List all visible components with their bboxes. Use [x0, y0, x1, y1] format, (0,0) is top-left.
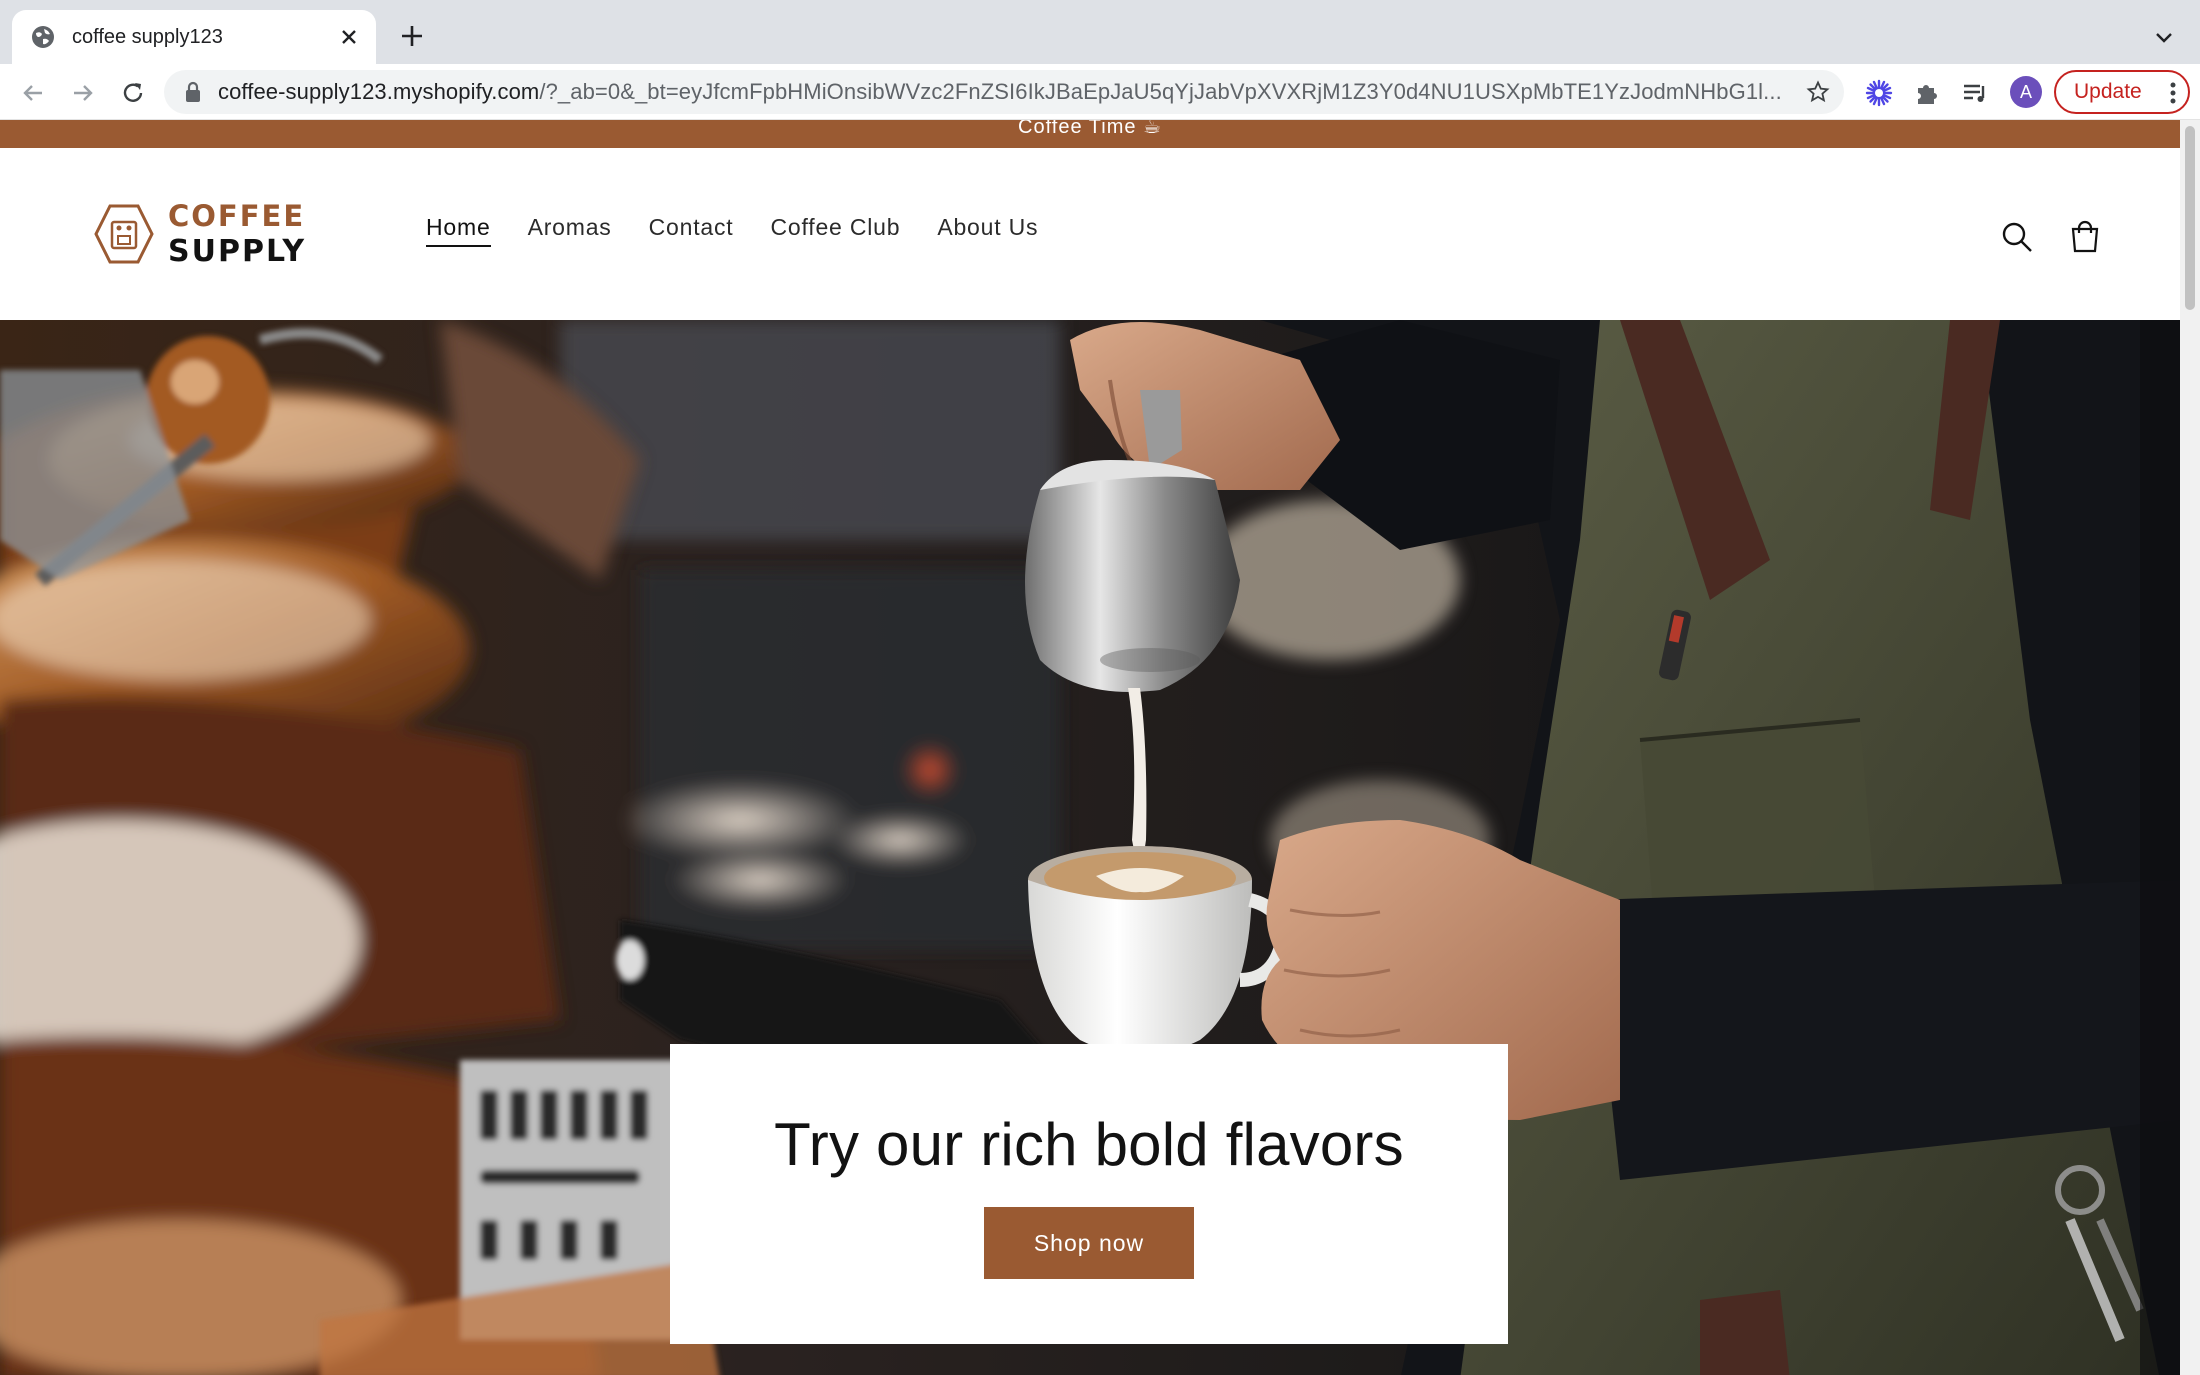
hero-content-box: Try our rich bold flavors Shop now [670, 1044, 1508, 1344]
hero-heading: Try our rich bold flavors [774, 1111, 1404, 1178]
back-icon[interactable] [18, 78, 48, 108]
logo-wordmark: COFFEE SUPPLY [168, 198, 307, 269]
reload-icon[interactable] [118, 78, 148, 108]
plus-icon[interactable] [398, 22, 426, 50]
scrollbar-thumb[interactable] [2185, 126, 2195, 310]
globe-icon [32, 26, 54, 48]
profile-avatar[interactable]: A [2010, 76, 2042, 108]
browser-toolbar: coffee-supply123.myshopify.com/?_ab=0&_b… [0, 64, 2200, 120]
kebab-icon[interactable] [2170, 82, 2176, 104]
shop-now-button[interactable]: Shop now [984, 1207, 1194, 1279]
browser-tabstrip: coffee supply123 [0, 0, 2200, 64]
star-icon[interactable] [1806, 80, 1830, 104]
media-icon[interactable] [1960, 78, 1990, 108]
main-nav: Home Aromas Contact Coffee Club About Us [426, 214, 1075, 247]
url-domain: coffee-supply123.myshopify.com [218, 79, 540, 104]
close-icon[interactable] [338, 26, 360, 48]
lock-icon[interactable] [184, 81, 202, 103]
forward-icon[interactable] [68, 78, 98, 108]
page-scrollbar[interactable] [2180, 120, 2200, 1375]
logo-line-2: SUPPLY [168, 233, 307, 269]
update-label: Update [2074, 80, 2142, 103]
logo-line-1: COFFEE [168, 198, 306, 233]
chevron-down-icon[interactable] [2152, 26, 2176, 50]
coffee-machine-logo-icon [94, 204, 154, 264]
browser-tab[interactable]: coffee supply123 [12, 10, 376, 64]
announcement-bar: Coffee Time ☕ [0, 120, 2180, 148]
nav-contact[interactable]: Contact [649, 214, 734, 247]
search-icon[interactable] [2000, 220, 2034, 254]
url-text: coffee-supply123.myshopify.com/?_ab=0&_b… [218, 79, 1788, 105]
nav-aromas[interactable]: Aromas [528, 214, 612, 247]
store-page: Coffee Time ☕ COFFEE SUPPLY Home Aromas … [0, 120, 2200, 1375]
extension-icon[interactable] [1864, 78, 1894, 108]
url-path: /?_ab=0&_bt=eyJfcmFpbHMiOnsibWVzc2FnZSI6… [539, 79, 1782, 104]
address-bar[interactable]: coffee-supply123.myshopify.com/?_ab=0&_b… [164, 70, 1844, 114]
store-logo[interactable]: COFFEE SUPPLY [92, 196, 342, 272]
nav-home[interactable]: Home [426, 214, 491, 247]
nav-about-us[interactable]: About Us [937, 214, 1038, 247]
update-button[interactable]: Update [2054, 70, 2190, 114]
tab-title: coffee supply123 [72, 25, 223, 48]
store-header: COFFEE SUPPLY Home Aromas Contact Coffee… [0, 148, 2180, 320]
hero-banner: Try our rich bold flavors Shop now [0, 320, 2180, 1375]
puzzle-icon[interactable] [1912, 78, 1942, 108]
nav-coffee-club[interactable]: Coffee Club [770, 214, 900, 247]
cart-icon[interactable] [2068, 220, 2102, 254]
announcement-text: Coffee Time ☕ [1018, 120, 1162, 138]
